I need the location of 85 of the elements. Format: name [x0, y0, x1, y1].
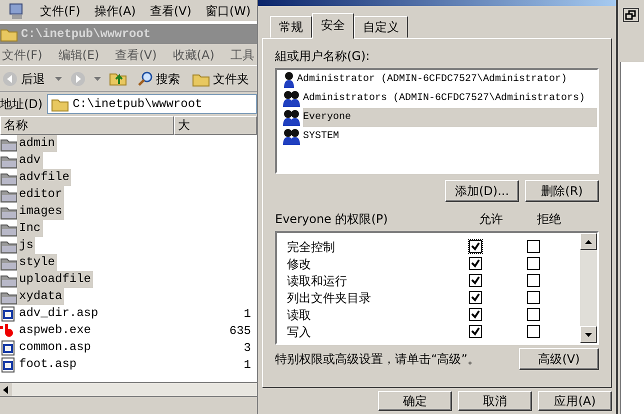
dialog-button[interactable]: 取消 [458, 391, 532, 411]
menu-item[interactable]: 收藏(A) [172, 46, 214, 64]
file-size: 3 [244, 340, 251, 356]
permission-name: 写入 [286, 324, 312, 340]
checkbox[interactable] [469, 274, 482, 287]
restore-icon[interactable] [623, 8, 639, 22]
scroll-down-icon[interactable] [585, 332, 592, 336]
group-icon [283, 90, 301, 107]
group-icon [283, 109, 301, 126]
permission-name: 修改 [286, 256, 312, 272]
dropdown-caret-icon[interactable] [94, 76, 101, 80]
toolbar-button[interactable]: 后退 [0, 70, 47, 88]
dialog-button[interactable]: 添加(D)... [445, 180, 519, 202]
search-icon [137, 70, 153, 86]
menu-item[interactable]: 文件(F) [2, 46, 42, 64]
checkbox[interactable] [527, 291, 540, 304]
permissions-label: Everyone 的权限(P) [275, 211, 389, 228]
user-icon [283, 71, 295, 88]
file-name[interactable]: uploadfile [17, 271, 94, 288]
menu-item[interactable]: 编辑(E) [58, 46, 100, 64]
permission-name: 读取 [286, 306, 312, 324]
dialog-button[interactable]: 应用(A) [538, 391, 612, 411]
address-field[interactable]: C:\inetpub\wwwroot [46, 94, 257, 114]
checkbox[interactable] [527, 257, 540, 270]
tab[interactable]: 常规 [270, 16, 312, 38]
tab[interactable]: 自定义 [354, 16, 408, 38]
file-name[interactable]: images [17, 203, 64, 220]
file-name[interactable]: js [17, 237, 36, 254]
checkbox[interactable] [469, 325, 482, 338]
user-list-item[interactable]: Administrator (ADMIN-6CFDC7527\Administrator) [297, 70, 597, 89]
file-size: 1 [244, 306, 251, 322]
checkbox[interactable] [527, 274, 540, 287]
user-list-item[interactable]: Everyone [303, 108, 597, 127]
user-list-item[interactable]: SYSTEM [303, 127, 597, 146]
dialog-button[interactable]: 删除(R) [525, 180, 599, 202]
menu-item[interactable]: 窗口(W) [205, 2, 251, 20]
file-size: 635 [229, 322, 251, 340]
file-name[interactable]: style [17, 254, 58, 271]
toolbar-button[interactable]: 搜索 [135, 70, 182, 88]
address-label: 地址(D) [0, 96, 43, 113]
column-header: 允许 [479, 211, 504, 228]
vertical-scrollbar[interactable] [580, 233, 597, 343]
hint-text: 特别权限或高级设置，请单击“高级”。 [275, 351, 480, 368]
menu-item[interactable]: 工具 [230, 46, 254, 64]
checkbox[interactable] [469, 257, 482, 270]
checkbox[interactable] [527, 308, 540, 321]
permission-name: 列出文件夹目录 [286, 290, 372, 306]
file-size: 1 [244, 356, 251, 374]
file-name[interactable]: common.asp [17, 339, 94, 356]
user-list[interactable]: Administrator (ADMIN-6CFDC7527\Administrator) Administrators (ADMIN-6CFDC7527\Administrators) Everyone SYSTEM [275, 68, 599, 174]
group-label: 組或用户名称(G): [275, 48, 371, 65]
advanced-button[interactable]: 高级(V) [519, 348, 599, 370]
checkbox[interactable] [527, 240, 540, 253]
scroll-up-icon[interactable] [585, 240, 592, 244]
menu-item[interactable]: 查看(V) [115, 46, 157, 64]
menu-item[interactable]: 查看(V) [150, 2, 192, 20]
file-name[interactable]: aspweb.exe [17, 322, 94, 339]
user-list-item[interactable]: Administrators (ADMIN-6CFDC7527\Administrators) [303, 89, 597, 108]
file-name[interactable]: xydata [17, 288, 64, 305]
permission-name: 读取和运行 [286, 272, 348, 290]
window-title: C:\inetpub\wwwroot [21, 26, 151, 43]
checkbox[interactable] [527, 325, 540, 338]
horizontal-scrollbar[interactable] [0, 382, 257, 396]
file-name[interactable]: adv_dir.asp [17, 305, 100, 322]
checkbox[interactable] [469, 240, 482, 253]
column-header[interactable]: 名称 [0, 116, 174, 135]
dialog-button[interactable]: 确定 [378, 391, 452, 411]
column-header[interactable]: 大 [174, 116, 257, 135]
file-name[interactable]: editor [17, 186, 64, 203]
menu-item[interactable]: 文件(F) [40, 2, 80, 20]
file-name[interactable]: foot.asp [17, 356, 79, 373]
file-name[interactable]: advfile [17, 169, 72, 186]
file-name[interactable]: adv [17, 152, 43, 169]
checkbox[interactable] [469, 291, 482, 304]
file-name[interactable]: Inc [17, 220, 43, 237]
scroll-left-icon[interactable] [0, 383, 12, 397]
group-icon [283, 128, 301, 145]
column-header: 拒绝 [537, 211, 562, 228]
toolbar-button[interactable]: 文件夹 [190, 70, 251, 88]
permission-name: 完全控制 [286, 238, 336, 256]
menu-item[interactable]: 操作(A) [94, 2, 136, 20]
file-name[interactable]: admin [17, 135, 58, 152]
dropdown-caret-icon[interactable] [55, 76, 62, 80]
tab[interactable]: 安全 [312, 13, 354, 39]
checkbox[interactable] [469, 308, 482, 321]
